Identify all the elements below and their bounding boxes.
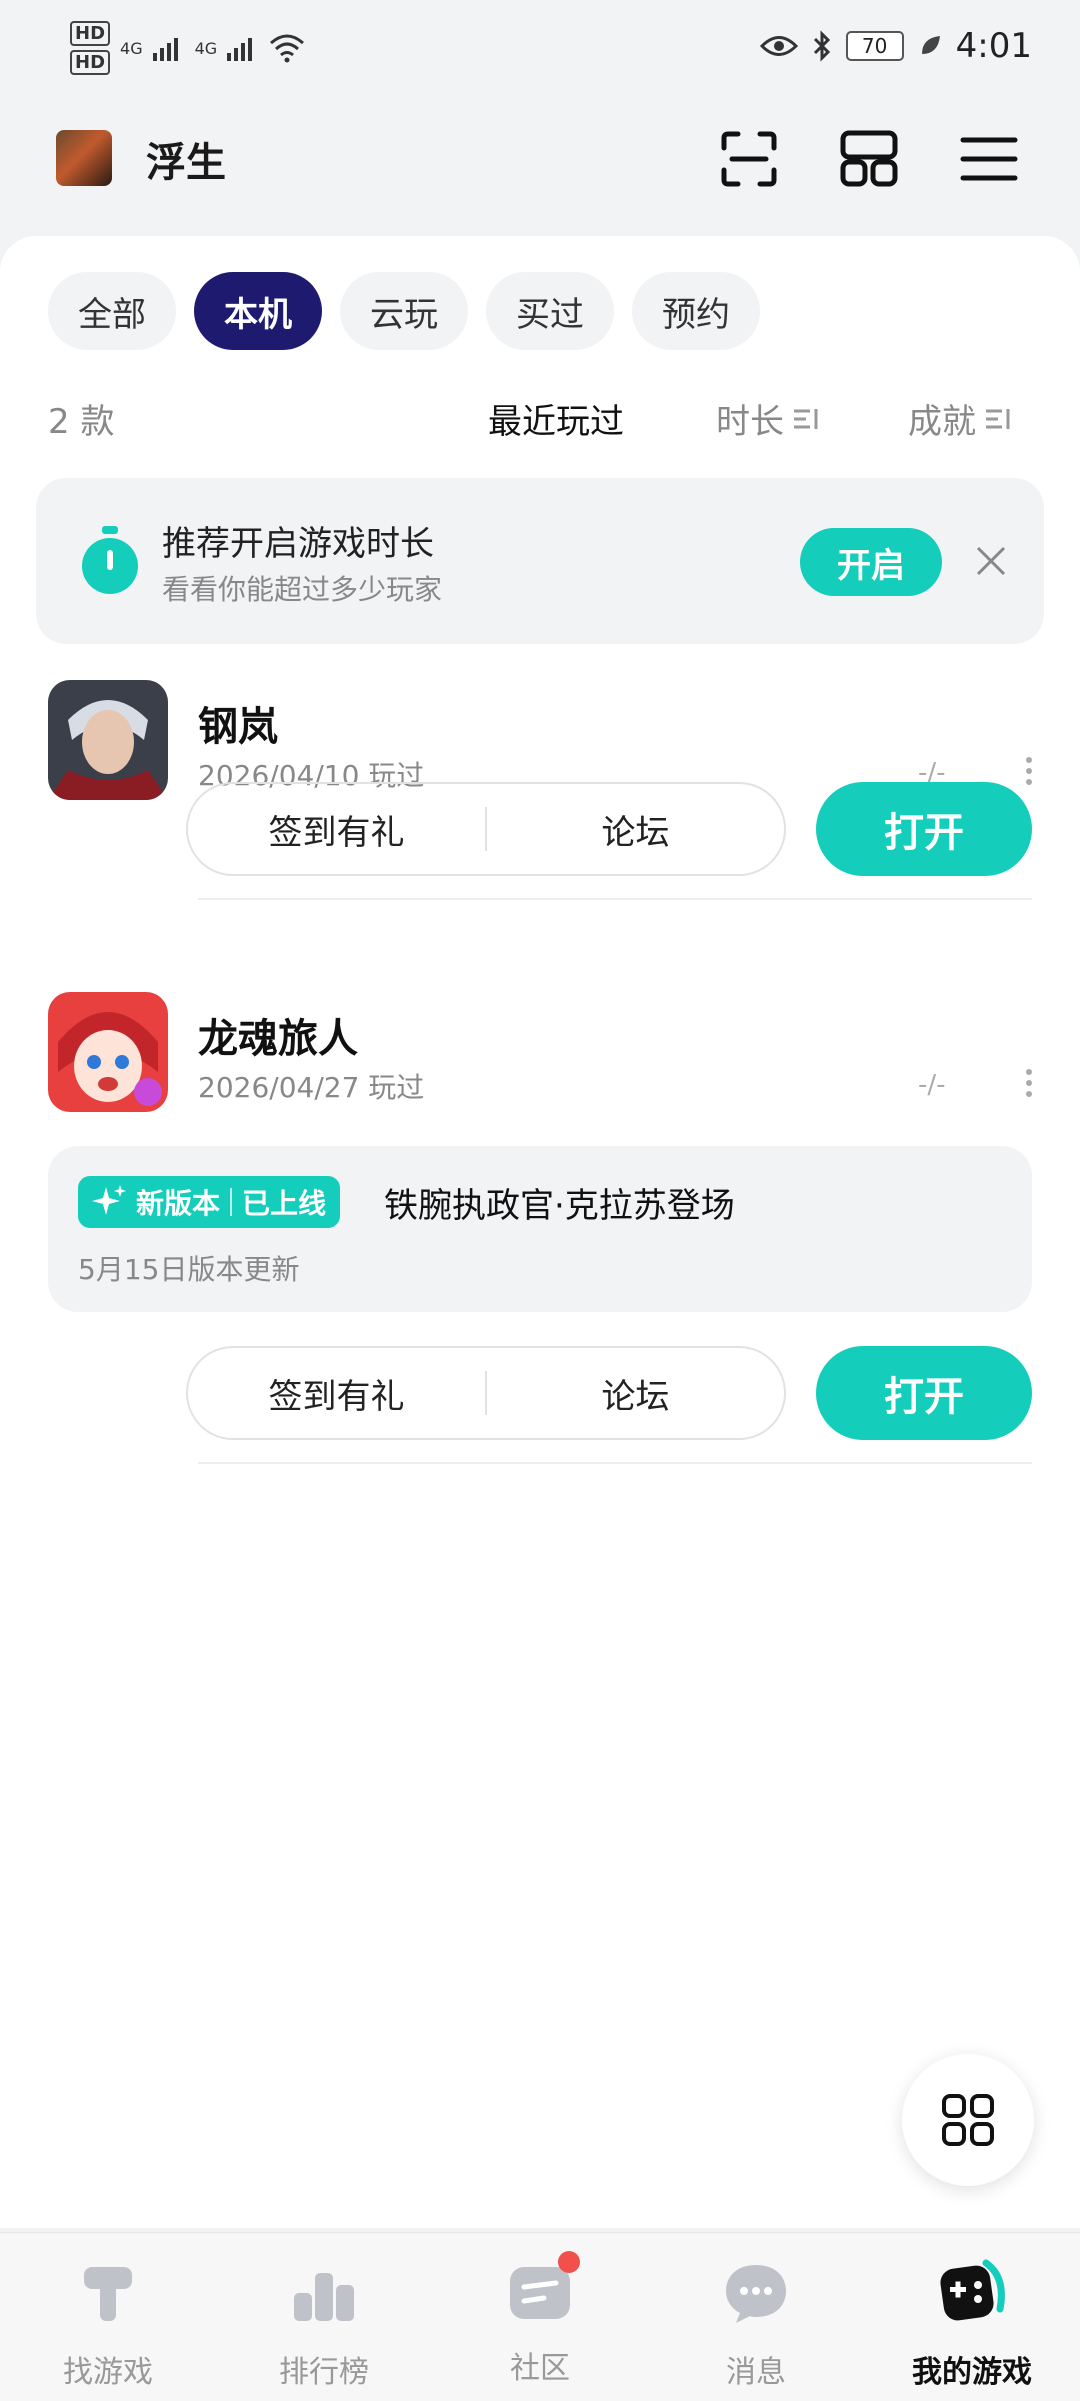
leaf-icon <box>921 36 940 54</box>
gamepad-icon <box>940 2259 1005 2321</box>
hd2-label: HD <box>70 50 111 75</box>
grid-icon <box>942 2094 994 2146</box>
checkin-button[interactable]: 签到有礼 <box>188 1369 485 1418</box>
eye-icon <box>759 36 798 56</box>
filter-tabs: 全部 本机 云玩 买过 预约 <box>48 272 760 350</box>
nav-messages[interactable]: 消息 <box>676 2257 836 2397</box>
signal2-label: 4G <box>194 38 218 58</box>
signal1-label: 4G <box>120 38 143 58</box>
status-bar: HD HD 4G 4G 70 4:01 <box>0 0 1080 90</box>
row-divider <box>198 898 1032 900</box>
podium-icon <box>294 2273 354 2321</box>
game-count: 2 款 <box>48 402 115 442</box>
hd1-label: HD <box>70 21 111 46</box>
game-actions: 签到有礼 论坛 <box>186 782 786 876</box>
app-grid-button[interactable] <box>902 2054 1034 2186</box>
tab-purchased[interactable]: 买过 <box>486 272 614 350</box>
update-subtitle: 5月15日版本更新 <box>78 1253 300 1286</box>
tab-cloud[interactable]: 云玩 <box>340 272 468 350</box>
new-version-badge: 新版本 已上线 <box>78 1176 341 1228</box>
tip-title: 推荐开启游戏时长 <box>162 524 434 564</box>
game-actions: 签到有礼 论坛 <box>186 1346 786 1440</box>
game-name: 钢岚 <box>198 704 278 750</box>
open-game-button[interactable]: 打开 <box>816 1346 1032 1440</box>
bluetooth-icon <box>813 30 830 62</box>
forum-button[interactable]: 论坛 <box>487 805 784 854</box>
nav-rankings[interactable]: 排行榜 <box>244 2257 404 2397</box>
main-card: 全部 本机 云玩 买过 预约 2 款 最近玩过 时长 成就 推荐开启游戏时长 看… <box>0 236 1080 2228</box>
username: 浮生 <box>146 140 226 186</box>
game-icon-ganglan[interactable] <box>48 680 168 800</box>
notification-dot <box>558 2251 580 2273</box>
open-game-button[interactable]: 打开 <box>816 782 1032 876</box>
chat-icon <box>726 2265 786 2323</box>
nav-find-games[interactable]: 找游戏 <box>28 2257 188 2397</box>
update-card[interactable]: 新版本 已上线 铁腕执政官·克拉苏登场 5月15日版本更新 <box>48 1146 1032 1312</box>
more-icon[interactable] <box>1024 756 1034 786</box>
game-item: 龙魂旅人 2026/04/27 玩过 -/- 新版本 已上线 铁腕执政官·克拉苏… <box>0 992 1080 1492</box>
tip-subtitle: 看看你能超过多少玩家 <box>162 573 443 606</box>
sort-icon <box>986 408 1010 429</box>
close-icon[interactable] <box>970 540 1012 582</box>
menu-icon[interactable] <box>958 128 1020 190</box>
app-header: 浮生 <box>0 110 1080 240</box>
update-title: 铁腕执政官·克拉苏登场 <box>384 1186 735 1226</box>
sort-duration[interactable]: 时长 <box>716 394 820 443</box>
bottom-nav: 找游戏 排行榜 社区 消息 我的游戏 <box>0 2232 1080 2401</box>
hammer-icon <box>84 2267 132 2321</box>
game-icon-longhun[interactable] <box>48 992 168 1112</box>
scan-icon[interactable] <box>718 128 780 190</box>
tab-reserved[interactable]: 预约 <box>632 272 760 350</box>
playtime-tip-banner: 推荐开启游戏时长 看看你能超过多少玩家 开启 <box>36 478 1044 644</box>
stopwatch-icon <box>82 526 138 594</box>
tab-all[interactable]: 全部 <box>48 272 176 350</box>
tab-local[interactable]: 本机 <box>194 272 322 350</box>
wifi-icon <box>270 34 305 63</box>
nav-community[interactable]: 社区 <box>460 2251 620 2397</box>
sparkle-icon <box>92 1185 126 1215</box>
game-stat: -/- <box>918 1070 946 1100</box>
enable-button[interactable]: 开启 <box>800 528 942 596</box>
battery-indicator: 70 <box>845 31 904 61</box>
forum-button[interactable]: 论坛 <box>487 1369 784 1418</box>
checkin-button[interactable]: 签到有礼 <box>188 805 485 854</box>
game-name: 龙魂旅人 <box>198 1016 358 1062</box>
list-toolbar: 2 款 最近玩过 时长 成就 <box>48 386 1032 446</box>
nav-my-games[interactable]: 我的游戏 <box>892 2257 1052 2397</box>
avatar[interactable] <box>56 130 112 186</box>
row-divider <box>198 1462 1032 1464</box>
game-last-played: 2026/04/27 玩过 <box>198 1071 425 1104</box>
sort-achievement[interactable]: 成就 <box>908 394 1012 443</box>
layout-icon[interactable] <box>838 128 900 190</box>
more-icon[interactable] <box>1024 1068 1034 1098</box>
clock: 4:01 <box>955 26 1032 66</box>
sort-icon <box>794 408 818 429</box>
signal-icon <box>152 38 178 61</box>
signal-icon-2 <box>227 38 253 61</box>
sort-recent[interactable]: 最近玩过 <box>488 394 624 443</box>
